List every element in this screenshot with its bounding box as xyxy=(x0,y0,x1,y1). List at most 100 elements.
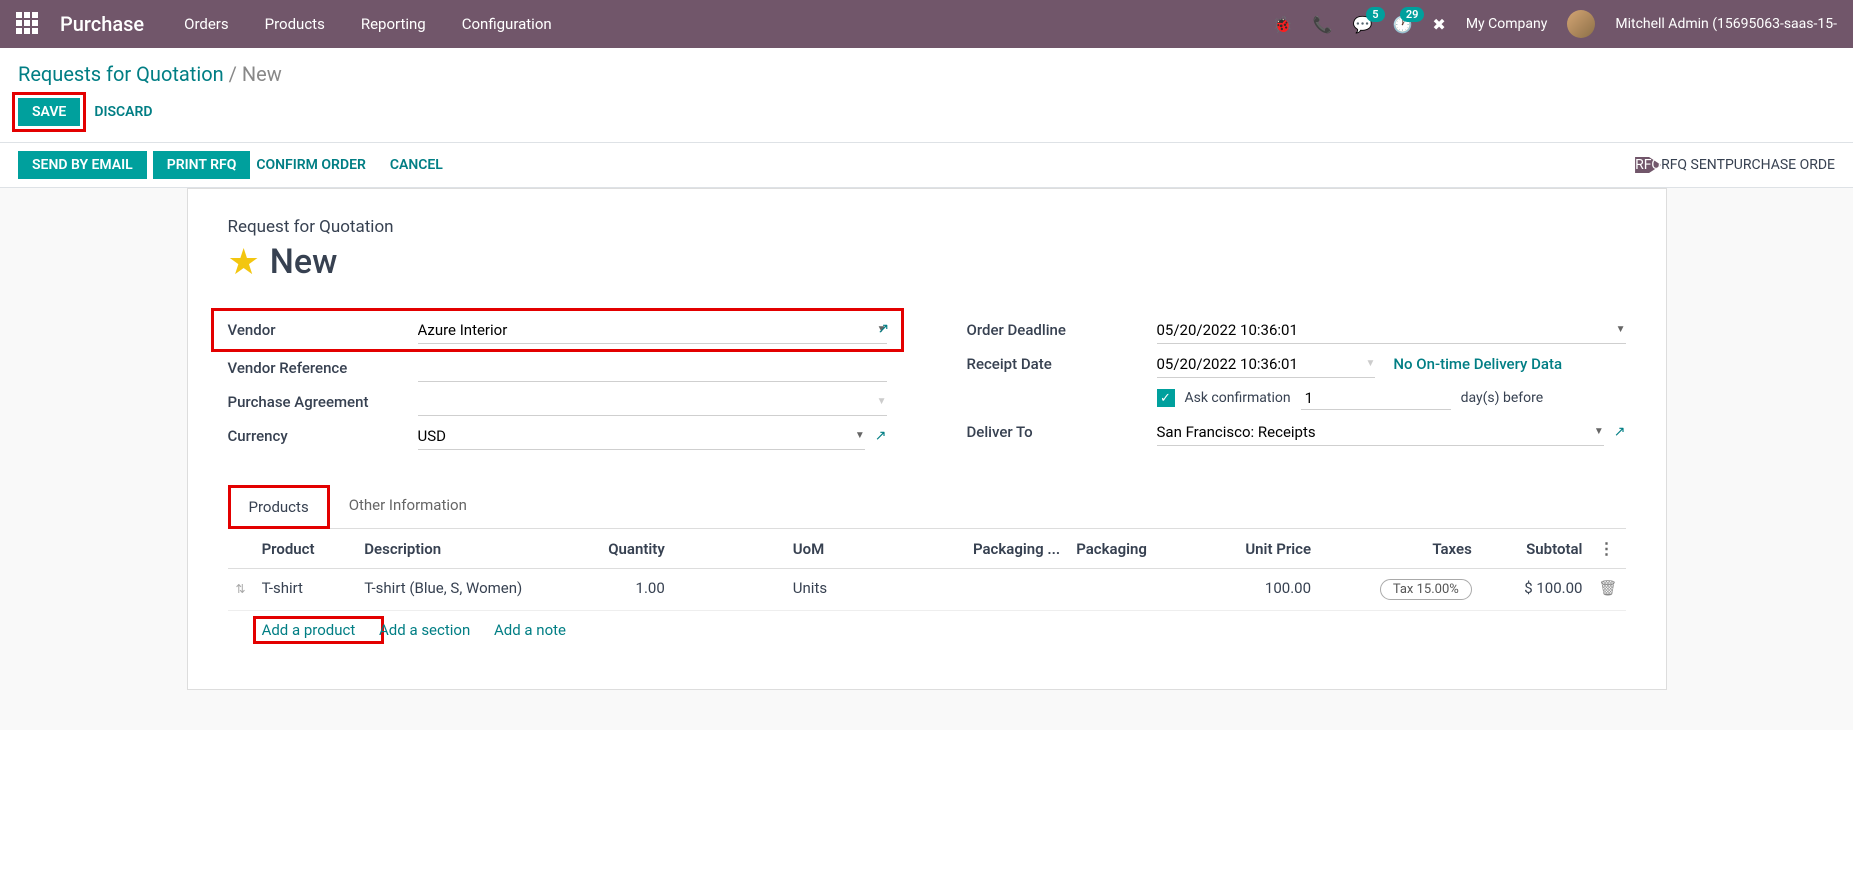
vendor-row: Vendor ▼ xyxy=(228,313,887,347)
breadcrumb-area: Requests for Quotation / New xyxy=(0,48,1853,86)
menu-products[interactable]: Products xyxy=(265,15,325,33)
status-rfq[interactable]: RFQ xyxy=(1635,157,1661,173)
messages-icon[interactable]: 💬5 xyxy=(1353,15,1373,34)
save-row: SAVE DISCARD xyxy=(0,86,1853,142)
add-note-link[interactable]: Add a note xyxy=(494,621,566,639)
vendor-label: Vendor xyxy=(228,321,418,339)
cell-unit-price[interactable]: 100.00 xyxy=(1197,569,1319,611)
agreement-label: Purchase Agreement xyxy=(228,393,418,411)
form-title-row: ★ New xyxy=(228,241,1626,283)
currency-caret-icon[interactable]: ▼ xyxy=(855,430,865,441)
table-kebab-icon[interactable]: ⋮ xyxy=(1598,539,1614,558)
deadline-caret-icon[interactable]: ▼ xyxy=(1616,324,1626,335)
add-section-link[interactable]: Add a section xyxy=(379,621,470,639)
tab-other-info[interactable]: Other Information xyxy=(330,485,486,528)
deliver-to-external-link-icon[interactable]: ↗ xyxy=(1614,424,1626,440)
th-unit-price: Unit Price xyxy=(1197,529,1319,569)
print-rfq-button[interactable]: PRINT RFQ xyxy=(153,151,251,179)
add-row: Add a product Add a section Add a note xyxy=(228,611,1626,650)
company-switcher[interactable]: My Company xyxy=(1466,16,1548,32)
deliver-to-caret-icon[interactable]: ▼ xyxy=(1594,426,1604,437)
ask-confirm-checkbox[interactable]: ✓ xyxy=(1157,389,1175,407)
deadline-row: Order Deadline ▼ xyxy=(967,313,1626,347)
send-email-button[interactable]: SEND BY EMAIL xyxy=(18,151,147,179)
clock-icon[interactable]: 🕐29 xyxy=(1393,15,1413,34)
drag-handle-icon[interactable]: ⇅ xyxy=(236,582,246,596)
cell-taxes[interactable]: Tax 15.00% xyxy=(1319,569,1480,611)
vendor-ref-label: Vendor Reference xyxy=(228,359,418,377)
deadline-label: Order Deadline xyxy=(967,321,1157,339)
top-nav: Purchase Orders Products Reporting Confi… xyxy=(0,0,1853,48)
nav-right: 🐞 📞 💬5 🕐29 ✖ My Company Mitchell Admin (… xyxy=(1273,10,1837,38)
phone-icon[interactable]: 📞 xyxy=(1313,15,1333,34)
deliver-to-input[interactable] xyxy=(1157,419,1584,445)
bug-icon[interactable]: 🐞 xyxy=(1273,15,1293,34)
agreement-caret-icon[interactable]: ▼ xyxy=(877,396,887,407)
product-table: Product Description Quantity UoM Packagi… xyxy=(228,529,1626,649)
main-menu: Orders Products Reporting Configuration xyxy=(184,15,552,33)
receipt-caret-icon[interactable]: ▼ xyxy=(1366,358,1376,369)
th-quantity: Quantity xyxy=(565,529,673,569)
currency-external-link-icon[interactable]: ↗ xyxy=(875,428,887,444)
ask-confirm-days-input[interactable] xyxy=(1301,387,1451,410)
apps-icon[interactable] xyxy=(16,12,40,36)
status-rfq-sent[interactable]: RFQ SENT xyxy=(1661,157,1725,173)
currency-label: Currency xyxy=(228,427,418,445)
breadcrumb-parent[interactable]: Requests for Quotation xyxy=(18,62,224,86)
avatar[interactable] xyxy=(1567,10,1595,38)
priority-star-icon[interactable]: ★ xyxy=(228,241,260,283)
tax-pill[interactable]: Tax 15.00% xyxy=(1380,579,1472,600)
tools-icon[interactable]: ✖ xyxy=(1432,15,1445,34)
breadcrumb-current: New xyxy=(242,62,282,86)
ask-confirm-label: Ask confirmation xyxy=(1185,390,1291,406)
vendor-ref-input[interactable] xyxy=(418,355,887,382)
delete-row-icon[interactable]: 🗑 xyxy=(1598,579,1617,597)
ontime-delivery-link[interactable]: No On-time Delivery Data xyxy=(1393,355,1562,373)
agreement-row: Purchase Agreement ▼ xyxy=(228,385,887,419)
discard-button[interactable]: DISCARD xyxy=(94,104,152,120)
save-button[interactable]: SAVE xyxy=(18,98,80,126)
add-product-link[interactable]: Add a product xyxy=(262,621,356,639)
form-sheet: Request for Quotation ★ New Vendor ▼ ↗ V… xyxy=(187,188,1667,690)
deliver-to-label: Deliver To xyxy=(967,423,1157,441)
cell-product[interactable]: T-shirt xyxy=(254,569,357,611)
messages-badge: 5 xyxy=(1366,7,1384,22)
agreement-input[interactable] xyxy=(418,389,867,415)
table-row[interactable]: ⇅ T-shirt T-shirt (Blue, S, Women) 1.00 … xyxy=(228,569,1626,611)
ask-confirm-row: ✓ Ask confirmation day(s) before xyxy=(967,381,1626,415)
cell-packaging-q[interactable] xyxy=(914,569,1068,611)
th-taxes: Taxes xyxy=(1319,529,1480,569)
currency-input[interactable] xyxy=(418,423,845,449)
breadcrumb-sep: / xyxy=(229,62,242,86)
form-grid: Vendor ▼ ↗ Vendor Reference Purchase Agr… xyxy=(228,313,1626,453)
vendor-input[interactable] xyxy=(418,317,867,343)
menu-reporting[interactable]: Reporting xyxy=(361,15,426,33)
cell-packaging[interactable] xyxy=(1068,569,1197,611)
vendor-ref-row: Vendor Reference xyxy=(228,351,887,385)
form-subtitle: Request for Quotation xyxy=(228,217,1626,237)
deadline-input[interactable] xyxy=(1157,317,1606,343)
th-uom: UoM xyxy=(673,529,915,569)
save-highlight: SAVE xyxy=(12,92,86,132)
tab-products[interactable]: Products xyxy=(228,485,330,529)
menu-orders[interactable]: Orders xyxy=(184,15,229,33)
confirm-order-button[interactable]: CONFIRM ORDER xyxy=(256,157,366,173)
receipt-input[interactable] xyxy=(1157,351,1356,377)
user-menu[interactable]: Mitchell Admin (15695063-saas-15- xyxy=(1615,16,1837,32)
days-before-label: day(s) before xyxy=(1461,390,1544,406)
cancel-button[interactable]: CANCEL xyxy=(390,157,443,173)
tabs: Products Other Information xyxy=(228,485,1626,529)
cell-uom[interactable]: Units xyxy=(673,569,915,611)
menu-configuration[interactable]: Configuration xyxy=(462,15,552,33)
status-purchase-order[interactable]: PURCHASE ORDE xyxy=(1725,157,1835,173)
cell-subtotal: $ 100.00 xyxy=(1480,569,1591,611)
activities-badge: 29 xyxy=(1400,7,1425,22)
cell-description[interactable]: T-shirt (Blue, S, Women) xyxy=(356,569,564,611)
app-brand[interactable]: Purchase xyxy=(60,12,144,36)
receipt-row: Receipt Date ▼ No On-time Delivery Data xyxy=(967,347,1626,381)
cell-quantity[interactable]: 1.00 xyxy=(565,569,673,611)
receipt-label: Receipt Date xyxy=(967,355,1157,373)
th-description: Description xyxy=(356,529,564,569)
vendor-external-link-icon[interactable]: ↗ xyxy=(878,321,890,337)
vendor-highlight: Vendor ▼ xyxy=(211,308,904,352)
